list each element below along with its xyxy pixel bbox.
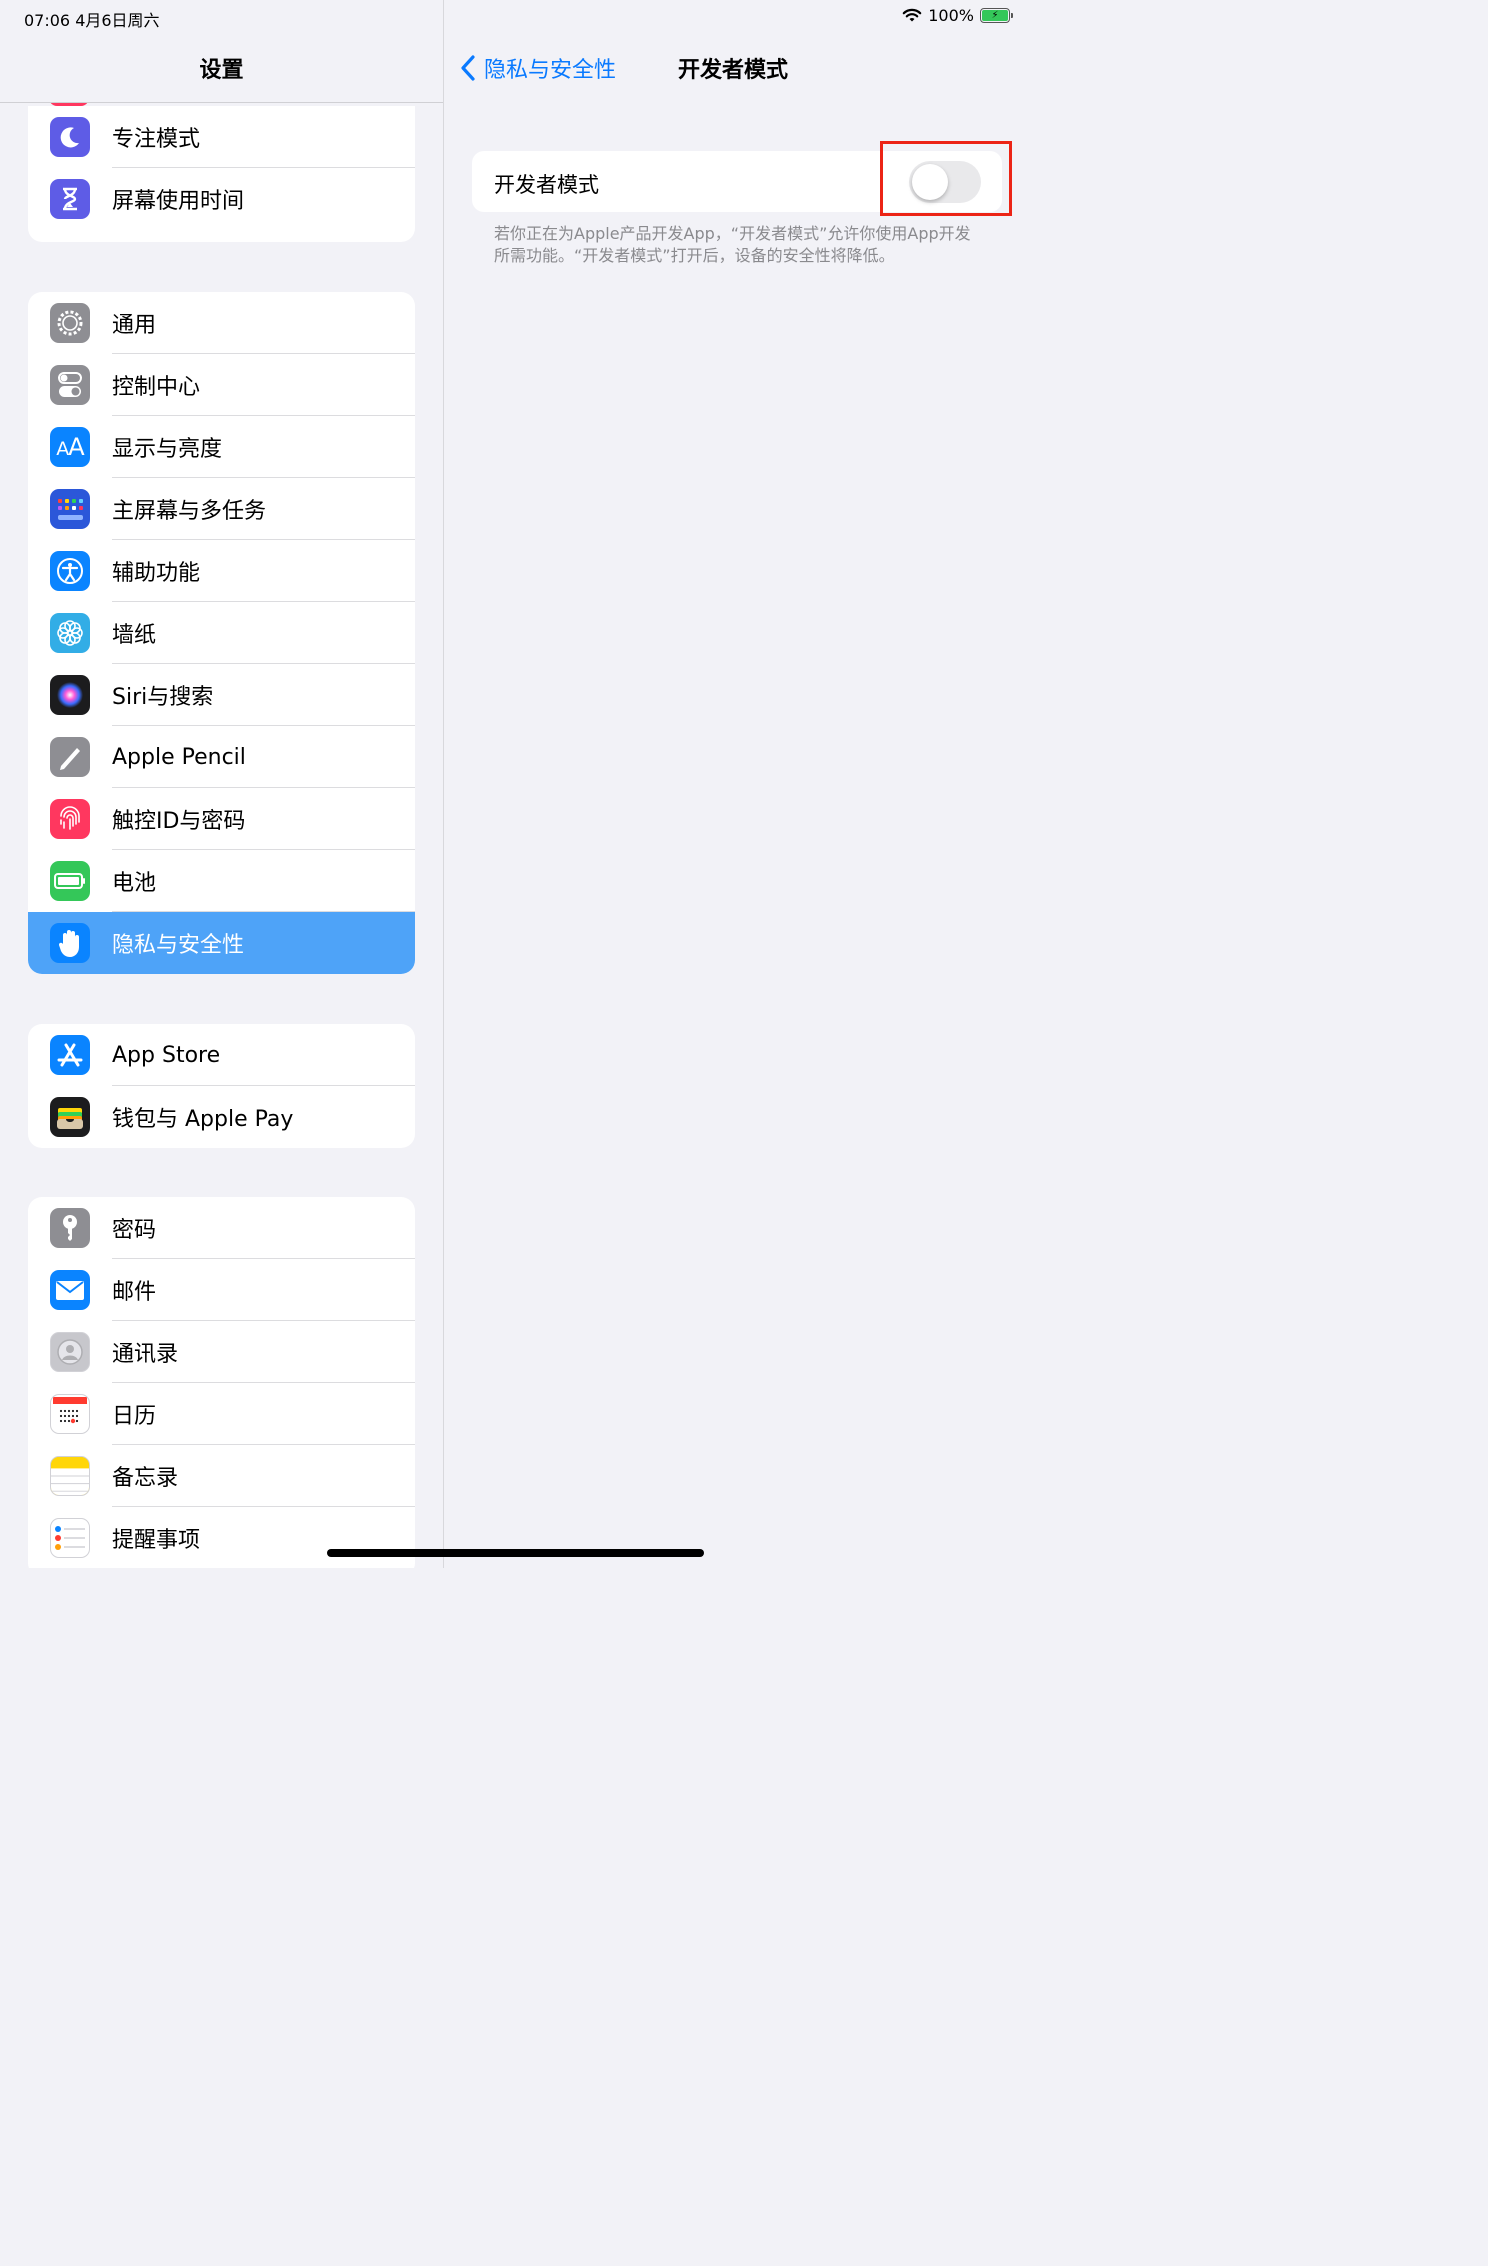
battery-icon [50, 861, 90, 901]
contacts-icon [50, 1332, 90, 1372]
sidebar-item[interactable]: App Store [28, 1024, 415, 1086]
sidebar-item[interactable]: AA 显示与亮度 [28, 416, 415, 478]
sidebar-item-label: 墙纸 [112, 623, 157, 648]
app-grid-icon [50, 489, 90, 529]
battery-charging-icon: ⚡ [980, 8, 1013, 23]
back-label[interactable]: 隐私与安全性 [484, 52, 616, 84]
sidebar-item[interactable]: 辅助功能 [28, 540, 415, 602]
settings-sidebar: 07:06 4月6日周六 设置 专注模式屏幕使用时间 通用控制中心 AA 显示与亮度… [0, 0, 444, 1568]
sidebar-item[interactable]: 专注模式 [28, 106, 415, 168]
hand-icon [50, 923, 90, 963]
sidebar-item[interactable]: 屏幕使用时间 [28, 168, 415, 230]
text-size-icon: AA [50, 427, 90, 467]
sidebar-item[interactable]: Apple Pencil [28, 726, 415, 788]
back-button[interactable]: 隐私与安全性 [460, 52, 616, 84]
sidebar-item[interactable]: 主屏幕与多任务 [28, 478, 415, 540]
highlight-box [880, 141, 1012, 216]
sidebar-item-label: 钱包与 Apple Pay [112, 1107, 294, 1132]
key-icon [50, 1208, 90, 1248]
accessibility-icon [50, 551, 90, 591]
settings-group-store: App Store 钱包与 Apple Pay [28, 1024, 415, 1148]
sidebar-item-label: 通用 [112, 313, 157, 338]
settings-group-apps: 密码邮件通讯录日历备忘录提醒事项 [28, 1197, 415, 1568]
sidebar-item[interactable]: 日历 [28, 1383, 415, 1445]
status-indicators: 100% ⚡ [902, 6, 1013, 25]
chevron-left-icon [461, 55, 475, 81]
settings-group-focus: 专注模式屏幕使用时间 [28, 106, 415, 242]
sidebar-item-label: 辅助功能 [112, 561, 201, 586]
sidebar-item-label: Apple Pencil [112, 744, 246, 770]
moon-icon [50, 117, 90, 157]
sidebar-item[interactable]: 邮件 [28, 1259, 415, 1321]
mail-icon [50, 1270, 90, 1310]
sidebar-item[interactable]: 触控ID与密码 [28, 788, 415, 850]
battery-percent: 100% [928, 6, 974, 25]
sidebar-item-label: 控制中心 [112, 375, 201, 400]
sidebar-title: 设置 [199, 58, 244, 83]
status-time-date: 07:06 4月6日周六 [24, 11, 160, 30]
sidebar-item-label: 屏幕使用时间 [112, 189, 245, 214]
hourglass-icon [50, 179, 90, 219]
sidebar-item[interactable]: Siri与搜索 [28, 664, 415, 726]
home-indicator[interactable] [327, 1549, 704, 1557]
sidebar-item[interactable]: 隐私与安全性 [28, 912, 415, 974]
sidebar-item-label: 通讯录 [112, 1342, 179, 1367]
sidebar-item-label: Siri与搜索 [112, 685, 214, 710]
wifi-icon [902, 8, 922, 22]
reminders-icon [50, 1518, 90, 1558]
sidebar-item-label: 日历 [112, 1404, 157, 1429]
sidebar-item[interactable]: 控制中心 [28, 354, 415, 416]
sidebar-item-label: 提醒事项 [112, 1528, 201, 1553]
sidebar-item-label: 触控ID与密码 [112, 809, 246, 834]
sidebar-item[interactable]: 密码 [28, 1197, 415, 1259]
sidebar-item[interactable]: 电池 [28, 850, 415, 912]
sidebar-item[interactable]: 通讯录 [28, 1321, 415, 1383]
developer-mode-label: 开发者模式 [494, 173, 599, 197]
sidebar-item[interactable]: 通用 [28, 292, 415, 354]
flower-icon [50, 613, 90, 653]
pencil-icon [50, 737, 90, 777]
notes-icon [50, 1456, 90, 1496]
sidebar-header: 07:06 4月6日周六 设置 [0, 0, 443, 103]
settings-group-general: 通用控制中心 AA 显示与亮度主屏幕与多任务 辅助功能墙纸 Siri与搜索 Apple P… [28, 292, 415, 974]
toggles-icon [50, 365, 90, 405]
sidebar-item-label: 备忘录 [112, 1466, 179, 1491]
sidebar-item-label: App Store [112, 1042, 221, 1068]
sidebar-item-label: 邮件 [112, 1280, 157, 1305]
fingerprint-icon [50, 799, 90, 839]
sidebar-item[interactable]: 墙纸 [28, 602, 415, 664]
developer-mode-footnote: 若你正在为Apple产品开发App，“开发者模式”允许你使用App开发所需功能。… [494, 224, 971, 265]
page-title: 开发者模式 [678, 58, 789, 83]
app-store-icon [50, 1035, 90, 1075]
sidebar-item-label: 显示与亮度 [112, 437, 223, 462]
sidebar-item-label: 隐私与安全性 [112, 933, 245, 958]
wallet-icon [50, 1097, 90, 1137]
sidebar-item-label: 主屏幕与多任务 [112, 499, 267, 524]
sidebar-item[interactable]: 备忘录 [28, 1445, 415, 1507]
sidebar-item[interactable]: 提醒事项 [28, 1507, 415, 1568]
sidebar-item-label: 密码 [112, 1218, 157, 1243]
sidebar-item[interactable]: 钱包与 Apple Pay [28, 1086, 415, 1148]
calendar-icon [50, 1394, 90, 1434]
sidebar-item-label: 电池 [112, 871, 157, 896]
gear-icon [50, 303, 90, 343]
sidebar-item-label: 专注模式 [112, 127, 201, 152]
siri-icon [50, 675, 90, 715]
